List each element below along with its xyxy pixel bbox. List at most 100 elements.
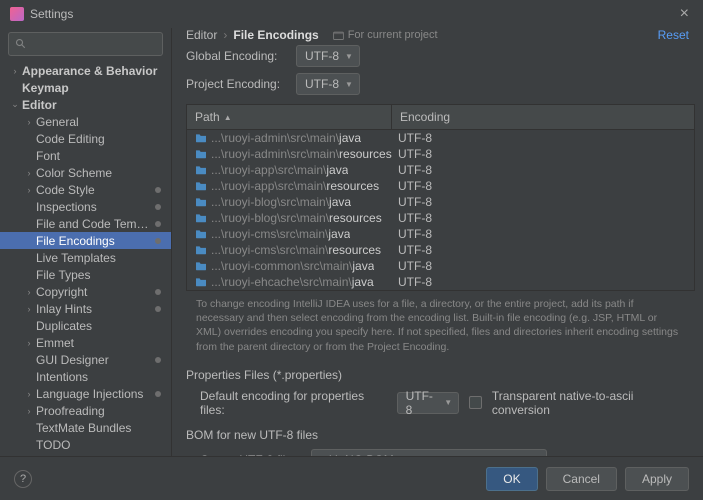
sidebar-item-label: Duplicates <box>36 319 167 333</box>
sidebar-item-label: Color Scheme <box>36 166 167 180</box>
sidebar-item-code-editing[interactable]: Code Editing <box>0 130 171 147</box>
sidebar-item-file-and-code-templates[interactable]: File and Code Templates <box>0 215 171 232</box>
titlebar: Settings × <box>0 0 703 28</box>
sidebar-item-general[interactable]: ›General <box>0 113 171 130</box>
search-input[interactable] <box>8 32 163 56</box>
sidebar-item-label: General <box>36 115 167 129</box>
chevron-right-icon: › <box>223 28 227 42</box>
sidebar-item-file-types[interactable]: File Types <box>0 266 171 283</box>
sidebar-item-emmet[interactable]: ›Emmet <box>0 334 171 351</box>
path-cell: ...\ruoyi-admin\src\main\resources <box>211 147 392 161</box>
encoding-cell: UTF-8 <box>392 275 686 289</box>
sidebar-item-label: Editor <box>22 98 167 112</box>
sidebar-item-proofreading[interactable]: ›Proofreading <box>0 402 171 419</box>
sidebar-item-label: Code Editing <box>36 132 167 146</box>
path-cell: ...\ruoyi-cms\src\main\java <box>211 227 350 241</box>
encoding-cell: UTF-8 <box>392 243 686 257</box>
encoding-hint: To change encoding IntelliJ IDEA uses fo… <box>172 291 703 360</box>
sidebar-item-code-style[interactable]: ›Code Style <box>0 181 171 198</box>
dialog-footer: ? OK Cancel Apply <box>0 456 703 500</box>
cancel-button[interactable]: Cancel <box>546 467 617 491</box>
sidebar-item-file-encodings[interactable]: File Encodings <box>0 232 171 249</box>
folder-icon <box>195 133 207 143</box>
path-cell: ...\ruoyi-blog\src\main\resources <box>211 211 382 225</box>
sidebar-item-inspections[interactable]: Inspections <box>0 198 171 215</box>
column-encoding[interactable]: Encoding <box>392 105 694 129</box>
table-row[interactable]: ...\ruoyi-admin\src\main\javaUTF-8 <box>187 130 694 146</box>
table-row[interactable]: ...\ruoyi-cms\src\main\javaUTF-8 <box>187 226 694 242</box>
sidebar-item-language-injections[interactable]: ›Language Injections <box>0 385 171 402</box>
sidebar-item-keymap[interactable]: Keymap <box>0 79 171 96</box>
search-icon <box>15 38 27 50</box>
reset-link[interactable]: Reset <box>658 28 689 42</box>
table-row[interactable]: ...\ruoyi-app\src\main\resourcesUTF-8 <box>187 178 694 194</box>
table-row[interactable]: ...\ruoyi-common\src\main\javaUTF-8 <box>187 258 694 274</box>
sidebar-item-live-templates[interactable]: Live Templates <box>0 249 171 266</box>
path-cell: ...\ruoyi-admin\src\main\java <box>211 131 361 145</box>
sidebar-item-label: TODO <box>36 438 167 452</box>
sidebar-item-label: Inlay Hints <box>36 302 155 316</box>
table-row[interactable]: ...\ruoyi-blog\src\main\javaUTF-8 <box>187 194 694 210</box>
table-row[interactable]: ...\ruoyi-app\src\main\javaUTF-8 <box>187 162 694 178</box>
sidebar-item-label: Code Style <box>36 183 155 197</box>
column-path[interactable]: Path ▲ <box>187 105 392 129</box>
window-title: Settings <box>30 7 73 21</box>
global-encoding-combo[interactable]: UTF-8 ▼ <box>296 45 360 67</box>
sidebar-item-color-scheme[interactable]: ›Color Scheme <box>0 164 171 181</box>
sidebar-item-appearance-behavior[interactable]: ›Appearance & Behavior <box>0 62 171 79</box>
help-button[interactable]: ? <box>14 470 32 488</box>
sidebar-item-intentions[interactable]: Intentions <box>0 368 171 385</box>
properties-section-title: Properties Files (*.properties) <box>172 360 703 386</box>
sidebar-item-label: GUI Designer <box>36 353 155 367</box>
global-encoding-label: Global Encoding: <box>186 49 286 63</box>
sidebar-item-label: Live Templates <box>36 251 167 265</box>
sort-asc-icon: ▲ <box>224 113 232 122</box>
table-row[interactable]: ...\ruoyi-admin\src\main\resourcesUTF-8 <box>187 146 694 162</box>
settings-tree[interactable]: ›Appearance & BehaviorKeymap⌄Editor›Gene… <box>0 62 171 456</box>
sidebar-item-label: Keymap <box>22 81 167 95</box>
sidebar-item-gui-designer[interactable]: GUI Designer <box>0 351 171 368</box>
sidebar-item-duplicates[interactable]: Duplicates <box>0 317 171 334</box>
folder-icon <box>195 213 207 223</box>
project-encoding-combo[interactable]: UTF-8 ▼ <box>296 73 360 95</box>
apply-button[interactable]: Apply <box>625 467 689 491</box>
sidebar-item-copyright[interactable]: ›Copyright <box>0 283 171 300</box>
sidebar-item-label: TextMate Bundles <box>36 421 167 435</box>
default-props-encoding-label: Default encoding for properties files: <box>200 389 387 417</box>
encoding-table-header: Path ▲ Encoding <box>186 104 695 129</box>
create-utf8-combo[interactable]: with NO BOM ▼ <box>311 449 547 456</box>
folder-icon <box>195 261 207 271</box>
path-cell: ...\ruoyi-ehcache\src\main\java <box>211 275 374 289</box>
breadcrumb-current: File Encodings <box>233 28 318 42</box>
ok-button[interactable]: OK <box>486 467 537 491</box>
project-scope-dot-icon <box>155 204 161 210</box>
default-props-encoding-combo[interactable]: UTF-8 ▼ <box>397 392 460 414</box>
path-cell: ...\ruoyi-common\src\main\java <box>211 259 374 273</box>
sidebar-item-plugins[interactable]: Plugins <box>0 453 171 456</box>
project-scope-dot-icon <box>155 391 161 397</box>
sidebar-item-label: Proofreading <box>36 404 167 418</box>
table-row[interactable]: ...\ruoyi-ehcache\src\main\java UTF-8 <box>187 274 694 290</box>
tree-arrow-icon: › <box>22 168 36 178</box>
sidebar-item-font[interactable]: Font <box>0 147 171 164</box>
close-icon[interactable]: × <box>676 5 693 23</box>
tree-arrow-icon: › <box>22 338 36 348</box>
encoding-table[interactable]: ...\ruoyi-admin\src\main\javaUTF-8...\ru… <box>186 129 695 291</box>
project-scope-dot-icon <box>155 221 161 227</box>
table-row[interactable]: ...\ruoyi-cms\src\main\resources UTF-8 <box>187 242 694 258</box>
path-cell: ...\ruoyi-cms\src\main\resources <box>211 243 381 257</box>
sidebar-item-textmate-bundles[interactable]: TextMate Bundles <box>0 419 171 436</box>
table-row[interactable]: ...\ruoyi-blog\src\main\resourcesUTF-8 <box>187 210 694 226</box>
sidebar-item-editor[interactable]: ⌄Editor <box>0 96 171 113</box>
transparent-checkbox[interactable] <box>469 396 482 409</box>
tree-arrow-icon: › <box>22 117 36 127</box>
tree-arrow-icon: ⌄ <box>8 99 22 110</box>
sidebar-item-inlay-hints[interactable]: ›Inlay Hints <box>0 300 171 317</box>
table-row[interactable]: ...\ruoyi-ehcache\src\main\resourcesUTF-… <box>187 290 694 291</box>
tree-arrow-icon: › <box>22 406 36 416</box>
content-panel: Editor › File Encodings For current proj… <box>172 28 703 456</box>
chevron-down-icon: ▼ <box>444 398 452 407</box>
project-scope-dot-icon <box>155 357 161 363</box>
tree-arrow-icon: › <box>22 389 36 399</box>
sidebar-item-todo[interactable]: TODO <box>0 436 171 453</box>
